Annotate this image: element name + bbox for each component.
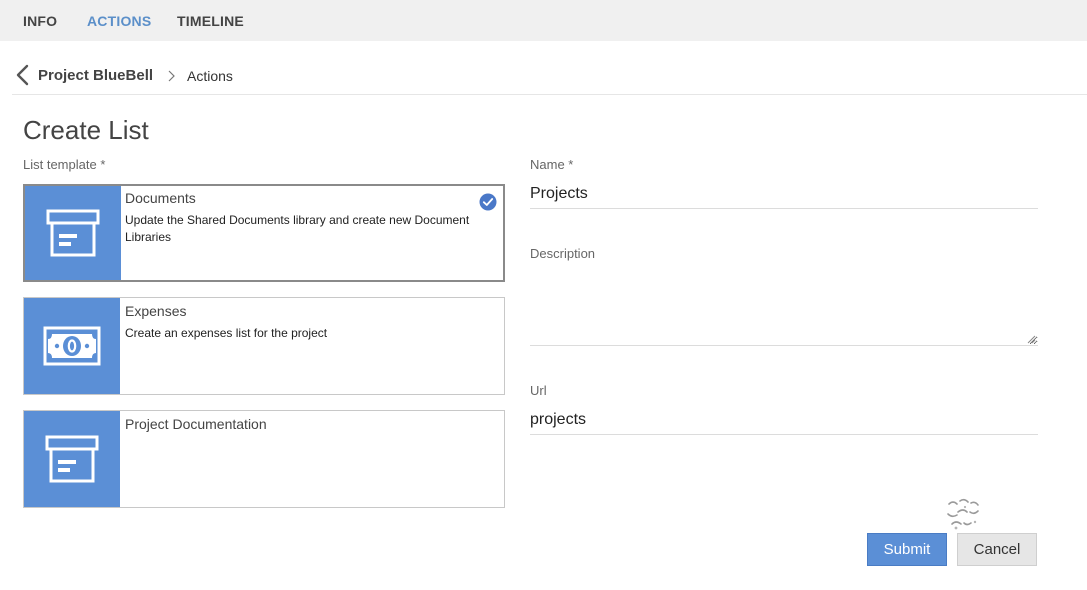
template-title: Documents xyxy=(125,190,196,206)
url-label: Url xyxy=(530,383,547,398)
template-card-expenses[interactable]: Expenses Create an expenses list for the… xyxy=(23,297,505,395)
check-circle-icon xyxy=(479,193,497,211)
template-thumbnail xyxy=(24,298,120,394)
loading-spinner-icon xyxy=(947,498,979,530)
breadcrumb-project-link[interactable]: Project BlueBell xyxy=(38,67,153,84)
template-title: Expenses xyxy=(125,303,187,319)
name-input[interactable] xyxy=(530,179,1038,209)
top-nav: INFO ACTIONS TIMELINE xyxy=(0,0,1087,41)
resize-handle-icon[interactable] xyxy=(1027,335,1036,344)
description-label: Description xyxy=(530,246,596,261)
template-thumbnail xyxy=(24,411,120,507)
template-description: Create an expenses list for the project xyxy=(125,326,328,340)
page-title: Create List xyxy=(23,115,149,145)
archive-box-icon xyxy=(46,209,100,257)
url-input[interactable] xyxy=(530,405,1038,435)
back-arrow-icon[interactable] xyxy=(14,64,32,86)
archive-box-icon xyxy=(45,435,99,483)
description-textarea[interactable] xyxy=(530,270,1038,346)
submit-button[interactable]: Submit xyxy=(867,533,947,566)
chevron-right-icon xyxy=(168,70,175,82)
template-card-project-documentation[interactable]: Project Documentation xyxy=(23,410,505,508)
banknote-icon xyxy=(43,326,101,366)
tab-actions[interactable]: ACTIONS xyxy=(87,13,151,29)
template-card-documents[interactable]: Documents Update the Shared Documents li… xyxy=(23,184,505,282)
list-template-label: List template * xyxy=(23,157,106,172)
name-label: Name * xyxy=(530,157,574,172)
template-thumbnail xyxy=(25,186,121,280)
tab-timeline[interactable]: TIMELINE xyxy=(177,13,244,29)
cancel-button[interactable]: Cancel xyxy=(957,533,1037,566)
template-title: Project Documentation xyxy=(125,416,267,432)
template-description: Update the Shared Documents library and … xyxy=(125,213,470,244)
breadcrumb-current: Actions xyxy=(187,68,233,84)
breadcrumb: Project BlueBell Actions xyxy=(12,60,1087,95)
tab-info[interactable]: INFO xyxy=(23,13,57,29)
